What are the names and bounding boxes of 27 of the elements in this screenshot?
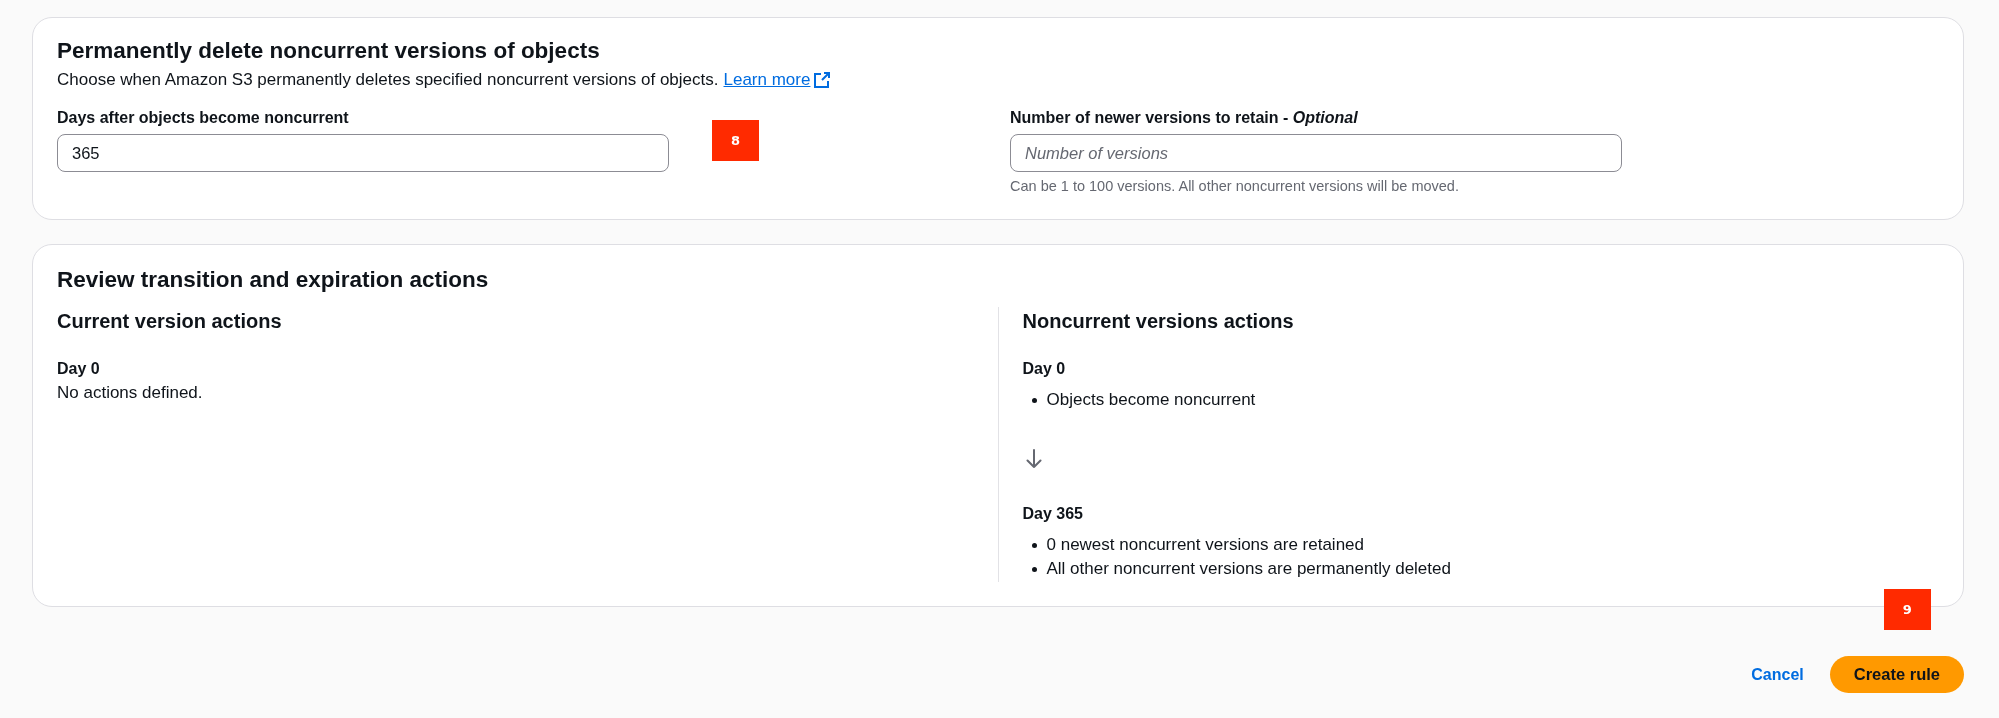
panel-title: Review transition and expiration actions (57, 266, 490, 294)
bullet-icon (1031, 566, 1037, 572)
day-label: Day 0 (57, 359, 101, 379)
action-item: Objects become noncurrent (1046, 389, 1256, 411)
bullet-icon (1031, 397, 1037, 403)
annotation-marker: 8 (712, 120, 759, 161)
panel-title: Permanently delete noncurrent versions of objects (57, 37, 601, 65)
bullet-icon (1031, 542, 1037, 548)
external-link-icon (814, 72, 831, 88)
description-text: Choose when Amazon S3 permanently deletes specified noncurrent versions of objects. (57, 69, 719, 91)
down-arrow-icon (1025, 449, 1042, 468)
cancel-button[interactable]: Cancel (1751, 664, 1804, 685)
input-field[interactable]: Number of versions (1010, 134, 1622, 172)
field-label: Number of newer versions to retain - Optional (1010, 108, 1359, 128)
action-item: 0 newest noncurrent versions are retained (1046, 534, 1364, 556)
column-title: Current version actions (57, 309, 283, 333)
step-text: No actions defined. (57, 382, 204, 404)
day-label: Day 0 (1022, 359, 1067, 379)
create-rule-button[interactable]: Create rule (1829, 656, 1964, 693)
field-label: Days after objects become noncurrent (57, 108, 350, 128)
input-field[interactable]: 365 (57, 134, 669, 172)
day-label: Day 365 (1022, 504, 1084, 524)
field-hint: Can be 1 to 100 versions. All other noncurrent versions will be moved. (1010, 177, 1460, 195)
column-title: Noncurrent versions actions (1022, 309, 1295, 333)
action-item: All other noncurrent versions are permanently deleted (1046, 558, 1451, 580)
annotation-marker: 9 (1883, 589, 1931, 630)
learn-more-link[interactable]: Learn more (723, 69, 831, 91)
